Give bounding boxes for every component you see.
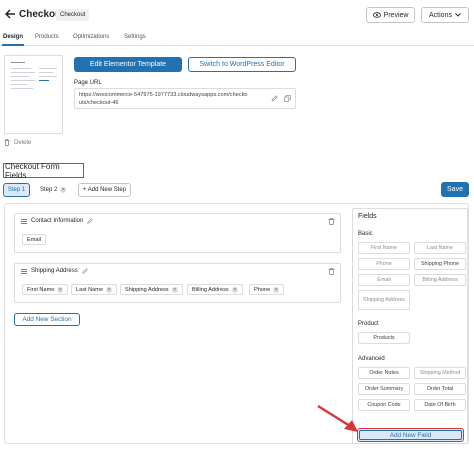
section-title: Contact Information [31,218,84,224]
step-tab-2[interactable]: Step 2 × [36,183,72,197]
add-new-field-highlight: Add New Field [357,428,464,442]
field-option-products[interactable]: Products [358,332,410,344]
field-option-order-notes[interactable]: Order Notes [358,367,410,379]
trash-icon[interactable] [328,268,335,275]
product-group-label: Product [358,321,379,327]
field-option-order-summary[interactable]: Order Summary [358,383,410,395]
fields-panel: Fields Basic First Name Last Name Phone … [352,208,468,444]
tab-optimizations[interactable]: Optimizations [73,34,109,40]
drag-handle-icon[interactable] [21,268,27,274]
field-option-phone[interactable]: Phone [358,258,410,270]
edit-pencil-icon[interactable] [271,95,278,102]
step-tab-1[interactable]: Step 1 [3,183,30,197]
page-url-field[interactable]: https://woocommerce-547975-1977733.cloud… [74,88,296,109]
edit-elementor-template-button[interactable]: Edit Elementor Template [74,57,182,72]
remove-field-icon[interactable]: × [106,286,113,293]
field-chip-billing-address[interactable]: Billing Address × [187,284,243,295]
section-card-shipping-address[interactable]: Shipping Address First Name × Last Name × … [14,263,341,303]
field-chip-label: Shipping Address [125,286,169,293]
checkout-form-fields-title: Checkout Form Fields [3,162,84,180]
back-arrow-icon[interactable] [4,8,16,20]
field-chip-email[interactable]: Email [22,234,46,245]
field-option-order-total[interactable]: Order Total [414,383,466,395]
delete-link[interactable]: Delete [4,139,31,146]
field-chip-first-name[interactable]: First Name × [22,284,69,295]
field-chip-label: Email [27,236,41,243]
page-url-text-line1: https://woocommerce-547975-1977733.cloud… [79,92,248,98]
field-option-billing-address[interactable]: Billing Address [414,274,466,286]
tab-bar: Design Products Optimizations Settings [0,30,474,46]
field-option-shipping-phone[interactable]: Shipping Phone [414,258,466,270]
chevron-down-icon [455,13,461,17]
section-header: Shipping Address [21,268,88,274]
delete-label: Delete [14,139,32,146]
add-new-section-button[interactable]: Add New Section [14,313,80,326]
field-chip-phone[interactable]: Phone × [249,284,285,295]
page-type-badge: Checkout [56,9,90,21]
tab-design[interactable]: Design [3,34,23,40]
remove-step-icon[interactable]: × [60,187,67,193]
edit-pencil-icon[interactable] [87,218,94,224]
tab-products[interactable]: Products [35,34,59,40]
step-2-label: Step 2 [40,187,58,193]
field-option-date-of-birth[interactable]: Date Of Birth [414,399,466,411]
basic-group-label: Basic [358,231,373,237]
field-option-shipping-address[interactable]: Shipping Address [358,290,410,310]
add-new-step-button[interactable]: + Add New Step [78,183,131,197]
edit-pencil-icon[interactable] [82,268,88,274]
page-url-text-line2: uts/checkout-46 [79,100,119,106]
switch-editor-button[interactable]: Switch to WordPress Editor [188,57,296,72]
field-chip-last-name[interactable]: Last Name × [71,284,118,295]
tab-settings[interactable]: Settings [124,34,146,40]
field-chip-label: First Name [27,286,55,293]
preview-label: Preview [383,11,409,19]
template-thumbnail[interactable] [4,55,63,134]
section-title: Shipping Address [31,268,78,274]
fields-panel-title: Fields [358,213,377,220]
actions-label: Actions [429,11,452,19]
trash-icon[interactable] [328,218,335,225]
field-chip-label: Billing Address [192,286,229,293]
actions-button[interactable]: Actions [421,7,469,23]
section-header: Contact Information [21,218,94,224]
advanced-group-label: Advanced [358,356,385,362]
remove-field-icon[interactable]: × [171,286,178,293]
page-url-label: Page URL [74,80,102,86]
annotation-arrow-icon [317,404,358,432]
field-option-coupon-code[interactable]: Coupon Code [358,399,410,411]
active-tab-indicator [2,44,24,46]
field-option-last-name[interactable]: Last Name [414,242,466,254]
remove-field-icon[interactable]: × [57,286,64,293]
field-option-first-name[interactable]: First Name [358,242,410,254]
save-button[interactable]: Save [441,182,469,197]
remove-field-icon[interactable]: × [231,286,238,293]
field-option-email[interactable]: Email [358,274,410,286]
field-option-shipping-method[interactable]: Shipping Method [414,367,466,379]
drag-handle-icon[interactable] [21,218,27,224]
trash-icon [4,139,10,146]
field-chip-label: Last Name [76,286,104,293]
field-chip-label: Phone [254,286,271,293]
preview-button[interactable]: Preview [366,7,415,23]
section-card-contact-information[interactable]: Contact Information Email [14,213,341,253]
remove-field-icon[interactable]: × [273,286,280,293]
top-bar: Checkout Checkout Preview Actions [0,0,474,30]
field-chip-shipping-address[interactable]: Shipping Address × [120,284,183,295]
eye-icon [372,12,381,18]
add-new-field-button[interactable]: Add New Field [359,430,462,440]
copy-icon[interactable] [284,95,291,102]
